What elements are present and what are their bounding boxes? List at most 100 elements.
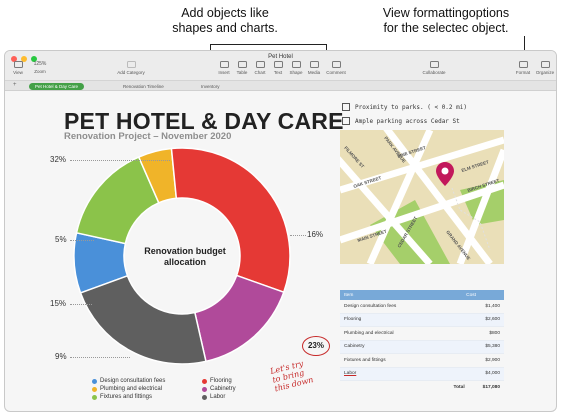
map-streets: FILMORE ST PINE STREET OAK STREET ELM ST…: [340, 130, 504, 264]
legend-swatch: [92, 394, 97, 400]
legend-item: Flooring: [202, 378, 232, 384]
add-category-button[interactable]: Add Category: [113, 61, 149, 75]
callout-line: Add objects like: [181, 6, 269, 20]
pct-label-32: 32%: [50, 155, 67, 164]
tab-pet-hotel[interactable]: Pet Hotel & Day Care: [29, 82, 85, 90]
pct-label-5: 5%: [55, 235, 67, 244]
add-sheet-icon[interactable]: +: [13, 82, 17, 88]
table-row[interactable]: Fixtures and fittings $2,900: [340, 354, 504, 368]
organize-label: Organize: [535, 70, 555, 75]
view-button[interactable]: View: [7, 61, 29, 75]
checklist-item[interactable]: Proximity to parks. ( < 0.2 mi): [342, 100, 467, 114]
checklist-item[interactable]: Ample parking across Cedar St: [342, 114, 467, 128]
media-button[interactable]: Media: [303, 61, 325, 75]
pct-label-16: 16%: [307, 230, 324, 239]
table-cell: Design consultation fees: [344, 303, 397, 309]
legend-item: Fixtures and fittings: [92, 394, 152, 400]
text-icon: [273, 61, 283, 68]
document-title: Pet Hotel: [268, 54, 293, 60]
legend-item: Design consultation fees: [92, 378, 165, 384]
table-cell: Fixtures and fittings: [344, 357, 386, 363]
page-subtitle: Renovation Project – November 2020: [64, 131, 232, 142]
organize-button[interactable]: Organize: [534, 61, 556, 75]
leader-line-9: [70, 357, 130, 358]
callout-leader-line: [210, 44, 326, 45]
sheet-tab-bar: + Pet Hotel & Day Care Renovation Timeli…: [5, 81, 556, 91]
legend-item: Plumbing and electrical: [92, 386, 162, 392]
zoom-menu[interactable]: 125% Zoom: [29, 61, 51, 74]
pct-label-23-text: 23%: [307, 341, 324, 350]
callout-line: View formattingoptions: [382, 6, 510, 20]
donut-center-label: Renovation budget allocation: [135, 246, 235, 268]
table-row[interactable]: Labor $4,000: [340, 367, 504, 381]
callout-line: shapes and charts.: [172, 21, 278, 35]
format-button[interactable]: Format: [512, 61, 534, 75]
media-label: Media: [307, 70, 321, 75]
legend-swatch: [202, 378, 207, 384]
table-cell: Labor: [344, 371, 357, 377]
checklist: Proximity to parks. ( < 0.2 mi) Ample pa…: [342, 100, 467, 128]
legend-swatch: [92, 386, 97, 392]
zoom-value: 125%: [33, 61, 47, 67]
checkbox[interactable]: [342, 103, 350, 111]
legend-label: Design consultation fees: [100, 378, 166, 384]
column-header: Item: [344, 292, 354, 298]
leader-line-5: [70, 240, 94, 241]
table-cell: $4,000: [485, 371, 500, 377]
collaborate-button[interactable]: Collaborate: [419, 61, 449, 75]
legend-swatch: [92, 378, 97, 384]
checklist-text: Proximity to parks. ( < 0.2 mi): [355, 103, 467, 111]
pct-label-23: 23%: [302, 336, 330, 356]
tab-renovation-timeline[interactable]: Renovation Timeline: [117, 83, 170, 90]
pct-label-15: 15%: [50, 299, 67, 308]
legend-label: Plumbing and electrical: [100, 386, 163, 392]
text-label: Text: [273, 70, 283, 75]
organize-icon: [540, 61, 550, 68]
comment-icon: [331, 61, 341, 68]
chart-icon: [255, 61, 265, 68]
table-icon: [237, 61, 247, 68]
table-row[interactable]: Plumbing and electrical $800: [340, 327, 504, 341]
table-cell: Flooring: [344, 317, 362, 323]
format-label: Format: [515, 70, 531, 75]
leader-line-16: [290, 235, 306, 236]
callout-add-objects: Add objects like shapes and charts.: [140, 6, 310, 36]
checklist-text: Ample parking across Cedar St: [355, 117, 460, 125]
table-label: Table: [236, 70, 248, 75]
shape-label: Shape: [289, 70, 303, 75]
paintbrush-icon: [518, 61, 528, 68]
legend-item: Cabinetry: [202, 386, 236, 392]
table-header: Item Cost: [340, 290, 504, 300]
collaborate-label: Collaborate: [422, 70, 446, 75]
insert-icon: [219, 61, 229, 68]
table-row[interactable]: Cabinetry $5,380: [340, 340, 504, 354]
add-category-label: Add Category: [117, 70, 145, 75]
chart-label: Chart: [254, 70, 266, 75]
toolbar: Pet Hotel View 125% Zoom Add Category Ins…: [5, 51, 556, 81]
shape-icon: [291, 61, 301, 68]
donut-center-line: allocation: [163, 257, 206, 267]
table-row[interactable]: Flooring $2,600: [340, 313, 504, 327]
legend-label: Cabinetry: [210, 386, 236, 392]
callout-format-options: View formattingoptions for the selectec …: [356, 6, 536, 36]
leader-line-32: [70, 160, 170, 161]
plus-icon: [126, 61, 136, 68]
pct-label-9: 9%: [55, 352, 67, 361]
legend-label: Labor: [210, 394, 226, 400]
comment-button[interactable]: Comment: [323, 61, 349, 75]
neighborhood-map[interactable]: FILMORE ST PINE STREET OAK STREET ELM ST…: [340, 130, 504, 264]
total-label: Total: [453, 384, 465, 390]
table-cell: $2,900: [485, 357, 500, 363]
media-icon: [309, 61, 319, 68]
insert-label: Insert: [218, 70, 230, 75]
tab-inventory[interactable]: Inventory: [195, 83, 226, 90]
table-cell: $800: [489, 330, 500, 336]
table-row[interactable]: Design consultation fees $1,400: [340, 300, 504, 314]
table-cell: $5,380: [485, 344, 500, 350]
donut-center-line: Renovation budget: [144, 246, 226, 256]
checkbox[interactable]: [342, 117, 350, 125]
table-cell: Cabinetry: [344, 344, 365, 350]
location-pin-icon[interactable]: [436, 162, 454, 186]
legend-label: Flooring: [210, 378, 232, 384]
zoom-label: Zoom: [34, 69, 46, 74]
